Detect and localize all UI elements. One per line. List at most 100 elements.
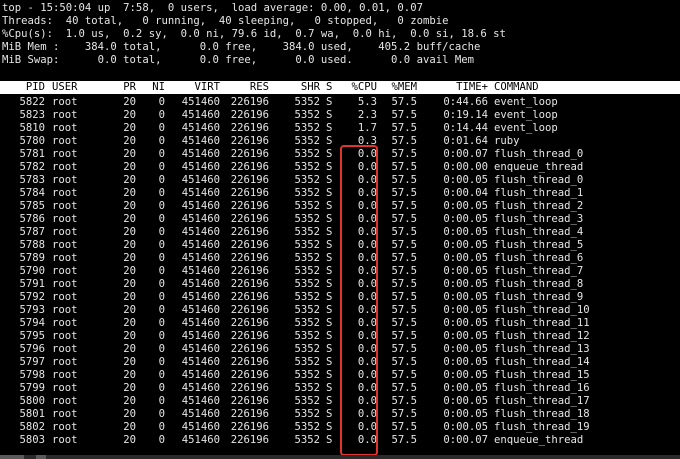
cell-res: 226196: [230, 187, 269, 199]
cell-time: 0:00.05: [443, 200, 488, 212]
cell-state: S: [326, 395, 333, 407]
cell-state: S: [326, 382, 333, 394]
cell-res: 226196: [230, 200, 269, 212]
cpu-column-highlight-box: [340, 145, 378, 456]
cell-pid: 5785: [19, 200, 45, 212]
cell-state: S: [326, 122, 333, 134]
cell-state: S: [326, 96, 333, 108]
cell-shr: 5352: [294, 356, 320, 368]
cell-pr: 20: [123, 135, 136, 147]
cell-pid: 5823: [19, 109, 45, 121]
cell-user: root: [52, 291, 78, 303]
cell-mem: 57.5: [391, 187, 417, 199]
cell-ni: 0: [158, 304, 165, 316]
cell-virt: 451460: [181, 161, 220, 173]
cell-state: S: [326, 148, 333, 160]
bottom-tab-segment: [0, 455, 24, 459]
cell-state: S: [326, 200, 333, 212]
cell-time: 0:00.04: [443, 187, 488, 199]
cell-command: flush_thread_9: [494, 291, 584, 303]
process-row[interactable]: 5810 root 20 0 451460 226196 5352 S 1.7 57.5 0:14.…: [0, 122, 680, 135]
cell-virt: 451460: [181, 395, 220, 407]
cell-user: root: [52, 382, 78, 394]
cell-res: 226196: [230, 122, 269, 134]
column-header-pid: PID: [25, 81, 45, 93]
cell-ni: 0: [158, 330, 165, 342]
cell-pr: 20: [123, 148, 136, 160]
cell-ni: 0: [158, 421, 165, 433]
cell-virt: 451460: [181, 200, 220, 212]
cell-user: root: [52, 109, 78, 121]
cell-virt: 451460: [181, 187, 220, 199]
cell-virt: 451460: [181, 421, 220, 433]
process-table-header: PID USER PR NI VIRT RES SHR S %CPU %MEM …: [0, 81, 680, 94]
column-header-time: TIME+: [456, 81, 488, 93]
cell-pid: 5781: [19, 148, 45, 160]
cell-user: root: [52, 304, 78, 316]
cell-time: 0:00.05: [443, 213, 488, 225]
cell-command: flush_thread_11: [494, 317, 590, 329]
cell-mem: 57.5: [391, 200, 417, 212]
cell-user: root: [52, 239, 78, 251]
cell-res: 226196: [230, 369, 269, 381]
cell-res: 226196: [230, 356, 269, 368]
cell-ni: 0: [158, 135, 165, 147]
cell-ni: 0: [158, 265, 165, 277]
column-header-state: S: [326, 81, 333, 93]
cell-command: event_loop: [494, 122, 558, 134]
cell-res: 226196: [230, 408, 269, 420]
cell-command: enqueue_thread: [494, 161, 584, 173]
cell-mem: 57.5: [391, 226, 417, 238]
cell-ni: 0: [158, 239, 165, 251]
cell-pid: 5800: [19, 395, 45, 407]
cell-res: 226196: [230, 317, 269, 329]
process-row[interactable]: 5823 root 20 0 451460 226196 5352 S 2.3 57.5 0:19.…: [0, 109, 680, 122]
cell-command: flush_thread_3: [494, 213, 584, 225]
cell-shr: 5352: [294, 161, 320, 173]
bottom-scrollbar[interactable]: [0, 455, 680, 459]
cell-user: root: [52, 122, 78, 134]
cell-time: 0:00.05: [443, 278, 488, 290]
terminal-window[interactable]: top - 15:50:04 up 7:58, 0 users, load av…: [0, 0, 680, 459]
process-row[interactable]: 5822 root 20 0 451460 226196 5352 S 5.3 57.5 0:44.…: [0, 96, 680, 109]
cell-command: flush_thread_4: [494, 226, 584, 238]
cell-virt: 451460: [181, 135, 220, 147]
cell-time: 0:00.05: [443, 369, 488, 381]
cell-res: 226196: [230, 395, 269, 407]
cell-ni: 0: [158, 122, 165, 134]
cell-virt: 451460: [181, 408, 220, 420]
cell-mem: 57.5: [391, 356, 417, 368]
cell-time: 0:00.05: [443, 317, 488, 329]
cell-mem: 57.5: [391, 213, 417, 225]
cell-time: 0:00.05: [443, 304, 488, 316]
cell-time: 0:00.05: [443, 395, 488, 407]
cell-command: ruby: [494, 135, 520, 147]
cell-state: S: [326, 265, 333, 277]
cell-state: S: [326, 330, 333, 342]
cell-shr: 5352: [294, 122, 320, 134]
cell-state: S: [326, 161, 333, 173]
cell-mem: 57.5: [391, 96, 417, 108]
cell-time: 0:00.05: [443, 356, 488, 368]
cell-user: root: [52, 200, 78, 212]
cell-command: flush_thread_19: [494, 421, 590, 433]
cell-user: root: [52, 96, 78, 108]
cell-res: 226196: [230, 96, 269, 108]
cell-ni: 0: [158, 395, 165, 407]
cell-state: S: [326, 291, 333, 303]
cell-time: 0:00.05: [443, 408, 488, 420]
cell-time: 0:00.07: [443, 434, 488, 446]
cell-state: S: [326, 252, 333, 264]
cell-shr: 5352: [294, 408, 320, 420]
cell-ni: 0: [158, 369, 165, 381]
cell-mem: 57.5: [391, 304, 417, 316]
cell-time: 0:19.14: [443, 109, 488, 121]
cell-mem: 57.5: [391, 434, 417, 446]
cell-pr: 20: [123, 434, 136, 446]
cell-ni: 0: [158, 343, 165, 355]
cell-user: root: [52, 161, 78, 173]
cell-time: 0:00.05: [443, 239, 488, 251]
cell-res: 226196: [230, 174, 269, 186]
cell-virt: 451460: [181, 343, 220, 355]
cell-command: flush_thread_14: [494, 356, 590, 368]
